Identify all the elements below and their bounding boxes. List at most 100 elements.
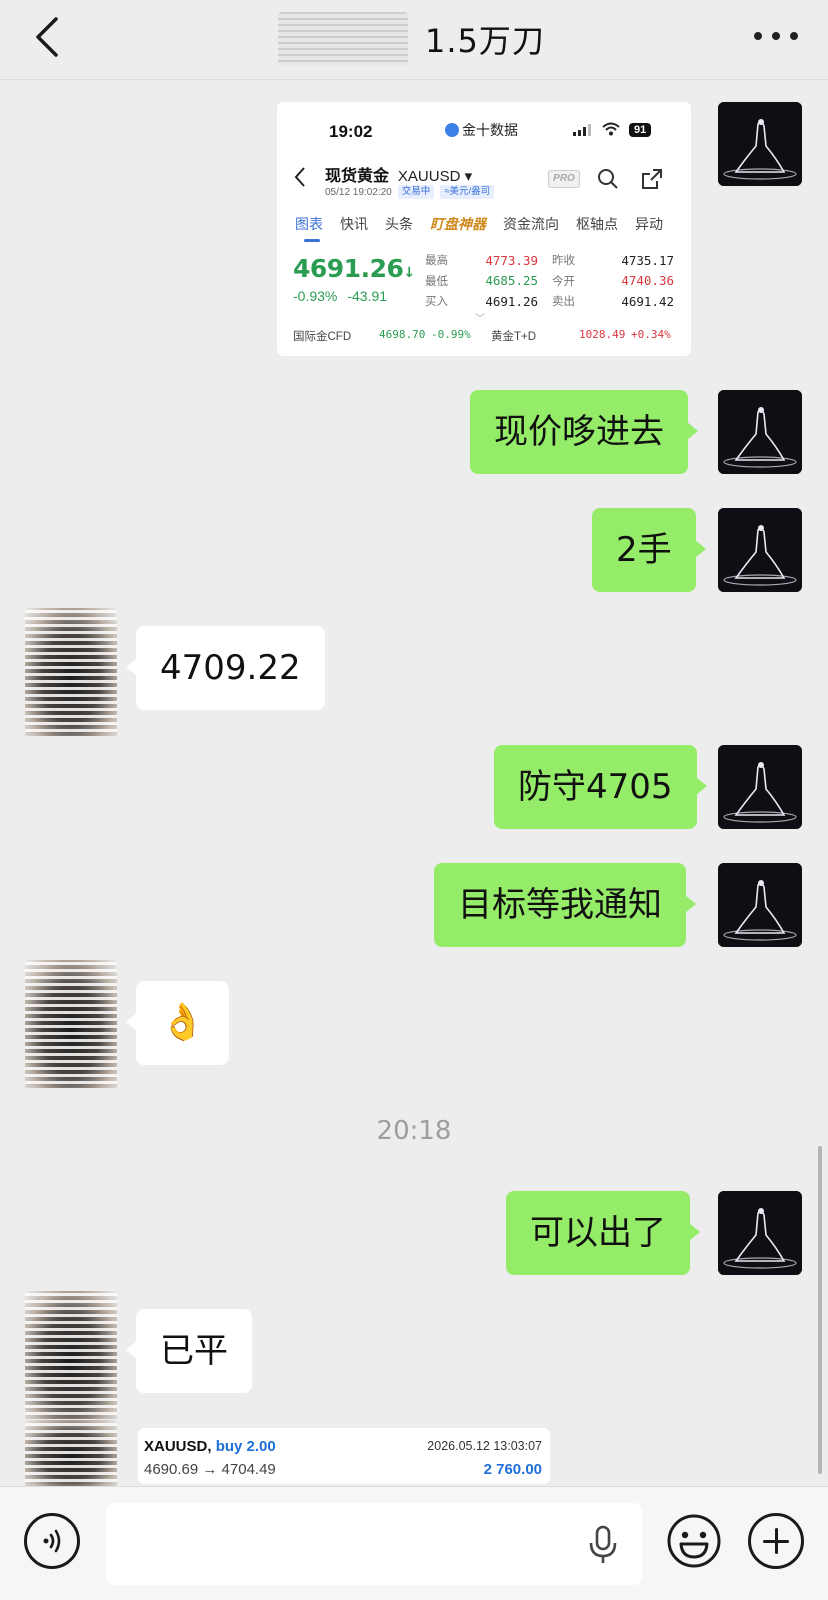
avatar-figure-icon <box>718 1191 802 1275</box>
emoji-icon[interactable] <box>666 1513 722 1569</box>
more-button[interactable] <box>754 24 798 48</box>
app-logo-icon <box>445 123 459 137</box>
my-avatar[interactable] <box>718 863 802 947</box>
microphone-icon[interactable] <box>588 1525 618 1565</box>
back-button[interactable] <box>22 12 72 62</box>
contact-avatar[interactable] <box>25 1291 117 1419</box>
stat-value: 4685.25 <box>485 273 538 289</box>
related-name: 黄金T+D <box>491 331 537 343</box>
message-bubble-mine[interactable]: 可以出了 <box>506 1191 700 1275</box>
app-label: 金十数据 <box>445 120 518 140</box>
trade-symbol: XAUUSD, buy 2.00 <box>144 1438 276 1455</box>
trade-direction: buy 2.00 <box>215 1438 276 1455</box>
tab-pivot: 枢轴点 <box>576 216 618 232</box>
more-icon-dot <box>790 32 798 40</box>
signal-icon <box>573 124 591 136</box>
stat-value: 4691.26 <box>485 293 538 309</box>
contact-name-blurred <box>278 12 408 66</box>
chat-title: 1.5万刀 <box>425 22 545 60</box>
current-price: 4691.26↓ <box>293 254 415 283</box>
contact-avatar[interactable] <box>25 960 117 1088</box>
more-icon <box>754 32 762 40</box>
message-bubble-mine[interactable]: 目标等我通知 <box>434 863 696 947</box>
stat-label: 最高 <box>425 255 448 268</box>
stats-row: 最高 4773.39 昨收 4735.17 <box>425 250 675 271</box>
quote-subline: 05/12 19:02:20 交易中 ≈美元/盎司 <box>325 185 495 199</box>
change-percent: -0.93% <box>293 288 338 304</box>
stat-value: 4773.39 <box>485 252 538 268</box>
chat-header: 1.5万刀 <box>0 0 828 80</box>
message-bubble-theirs[interactable]: 已平 <box>126 1309 252 1393</box>
tab-monitor: 盯盘神器 <box>430 216 486 232</box>
my-avatar[interactable] <box>718 102 802 186</box>
message-bubble-theirs[interactable]: 4709.22 <box>126 626 325 710</box>
scrollbar[interactable] <box>818 1146 822 1474</box>
quote-screenshot-image[interactable]: 19:02 金十数据 91 现货黄金 XAUUSD ▾ 05/12 19:02:… <box>277 102 691 356</box>
tab-fund-flow: 资金流向 <box>503 216 559 232</box>
trade-profit: 2 760.00 <box>483 1461 542 1478</box>
down-arrow-icon: ↓ <box>403 265 415 281</box>
my-avatar[interactable] <box>718 508 802 592</box>
related-quotes: 国际金CFD 4698.70 -0.99% 黄金T+D 1028.49 +0.3… <box>293 328 683 344</box>
stat-label: 买入 <box>425 296 448 309</box>
quote-stats: 最高 4773.39 昨收 4735.17 最低 4685.25 今开 4740… <box>425 250 675 312</box>
chevron-left-icon <box>294 167 305 187</box>
message-bubble-mine[interactable]: 现价哆进去 <box>470 390 698 474</box>
instrument-title: 现货黄金 XAUUSD ▾ <box>325 162 472 186</box>
my-avatar[interactable] <box>718 1191 802 1275</box>
unit-tag: ≈美元/盎司 <box>440 185 495 199</box>
trade-prices: 4690.69 → 4704.49 <box>144 1461 276 1478</box>
related-value: 4698.70 <box>379 328 426 341</box>
contact-avatar[interactable] <box>25 608 117 736</box>
voice-toggle-button[interactable] <box>24 1513 80 1569</box>
dropdown-caret-icon: ▾ <box>460 168 473 185</box>
my-avatar[interactable] <box>718 390 802 474</box>
trading-status-tag: 交易中 <box>397 185 435 199</box>
trade-symbol-text: XAUUSD, <box>144 1438 212 1455</box>
contact-avatar[interactable] <box>25 1420 117 1486</box>
share-icon <box>642 169 662 189</box>
avatar-figure-icon <box>718 102 802 186</box>
status-time: 19:02 <box>329 122 373 141</box>
quote-datetime: 05/12 19:02:20 <box>325 186 392 198</box>
avatar-figure-icon <box>718 863 802 947</box>
quote-header: 现货黄金 XAUUSD ▾ 05/12 19:02:20 交易中 ≈美元/盎司 … <box>277 158 691 202</box>
tab-movement: 异动 <box>635 216 663 232</box>
chevron-left-icon <box>36 17 58 57</box>
trade-result-image[interactable]: XAUUSD, buy 2.00 2026.05.12 13:03:07 469… <box>138 1428 550 1484</box>
avatar-figure-icon <box>718 390 802 474</box>
related-value: 1028.49 <box>579 328 626 341</box>
tab-chart: 图表 <box>295 216 323 242</box>
plus-icon[interactable] <box>748 1513 804 1569</box>
phone-status-bar: 19:02 金十数据 91 <box>277 122 691 144</box>
wifi-icon <box>602 122 620 136</box>
stats-row: 最低 4685.25 今开 4740.36 <box>425 271 675 292</box>
related-change: -0.99% <box>431 328 471 341</box>
quote-tabs: 图表 快讯 头条 盯盘神器 资金流向 枢轴点 异动 <box>295 214 691 242</box>
more-icon-dot <box>772 32 780 40</box>
message-input[interactable] <box>106 1503 642 1585</box>
voice-icon <box>43 1529 61 1553</box>
instrument-name: 现货黄金 <box>325 168 390 185</box>
message-bubble-theirs[interactable]: 👌 <box>126 981 229 1065</box>
tab-headlines: 头条 <box>385 216 413 232</box>
change-absolute: -43.91 <box>347 288 388 304</box>
trade-datetime: 2026.05.12 13:03:07 <box>427 1439 542 1453</box>
stat-label: 卖出 <box>552 296 575 309</box>
price-change: -0.93% -43.91 <box>293 288 387 304</box>
stat-label: 今开 <box>552 275 575 288</box>
related-change: +0.34% <box>631 328 671 341</box>
tab-flash: 快讯 <box>340 216 368 232</box>
message-bubble-mine[interactable]: 2手 <box>592 508 706 592</box>
instrument-symbol: XAUUSD <box>397 168 461 185</box>
input-bar <box>0 1486 828 1600</box>
message-bubble-mine[interactable]: 防守4705 <box>494 745 707 829</box>
battery-indicator: 91 <box>629 123 652 137</box>
time-divider: 20:18 <box>376 1116 452 1146</box>
avatar-figure-icon <box>718 508 802 592</box>
related-name: 国际金CFD <box>293 331 352 343</box>
search-icon <box>598 169 618 189</box>
my-avatar[interactable] <box>718 745 802 829</box>
stat-label: 昨收 <box>552 255 575 268</box>
stat-value: 4740.36 <box>621 273 674 289</box>
